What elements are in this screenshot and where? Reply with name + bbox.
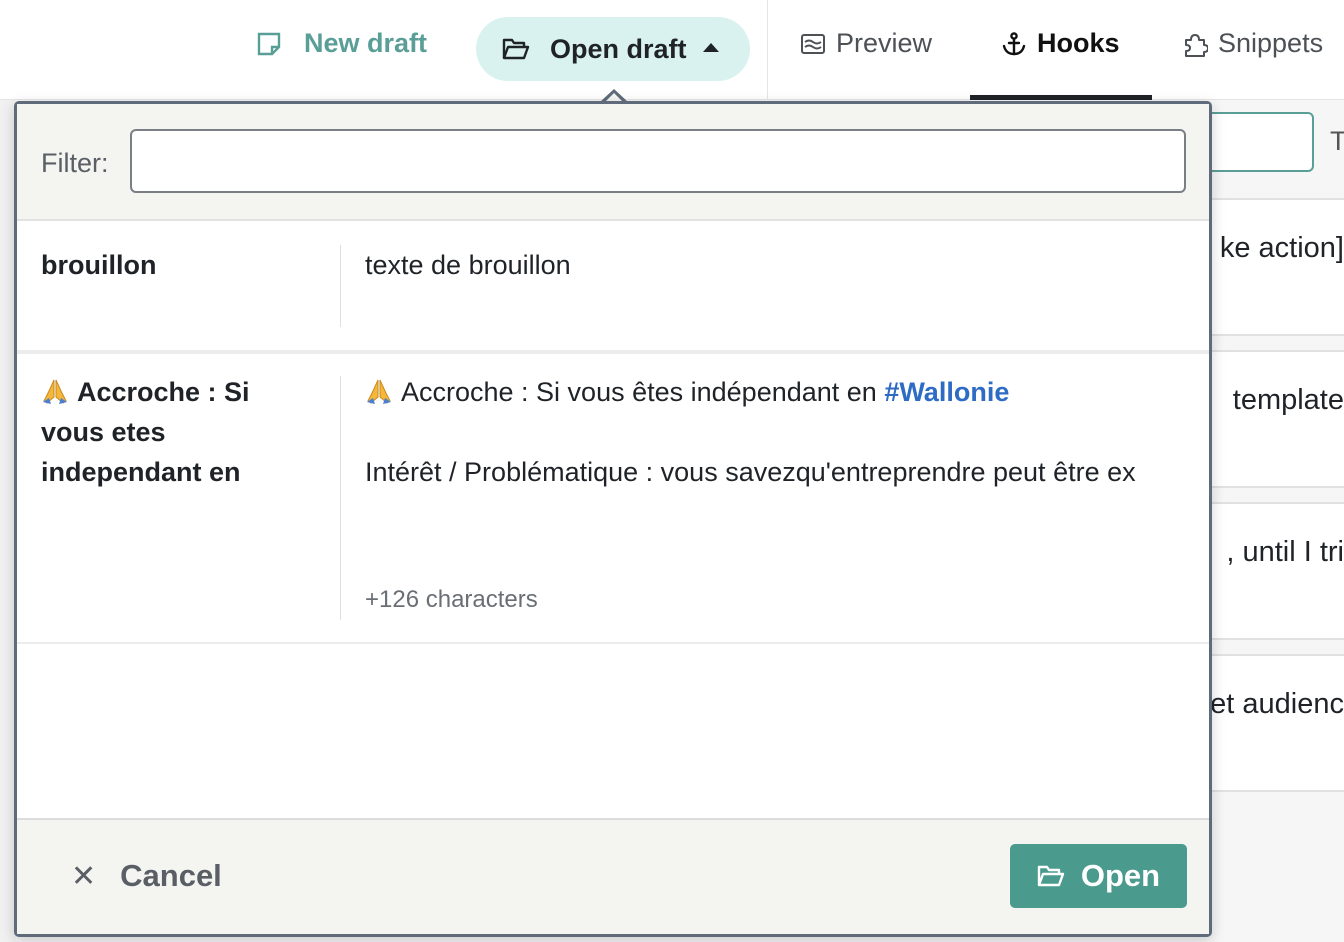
column-separator	[340, 245, 341, 327]
hashtag-link[interactable]: #Wallonie	[884, 377, 1009, 407]
praying-hands-icon	[43, 379, 67, 404]
filter-bar: Filter:	[17, 104, 1209, 221]
open-label: Open	[1080, 858, 1161, 893]
praying-hands-icon	[367, 379, 391, 404]
open-draft-label: Open draft	[550, 33, 687, 64]
draft-preview-line: Accroche : Si vous êtes indépendant en #…	[365, 372, 1185, 412]
caret-up-icon	[702, 42, 719, 52]
draft-title: brouillon	[41, 250, 157, 280]
draft-preview: Accroche : Si vous êtes indépendant en #…	[365, 372, 1185, 492]
draft-preview: texte de brouillon	[365, 245, 1185, 285]
folder-open-icon	[502, 38, 530, 60]
draft-preview-text: texte de brouillon	[365, 250, 571, 280]
tab-snippets[interactable]: Snippets	[1182, 28, 1323, 59]
tab-preview-label: Preview	[836, 28, 933, 58]
cancel-label: Cancel	[120, 858, 222, 893]
draft-title-wrapper: Accroche : Si vous etes independant en	[41, 372, 301, 492]
close-icon: ✕	[71, 859, 97, 893]
tab-snippets-label: Snippets	[1218, 28, 1324, 58]
draft-title: Accroche : Si vous etes independant en	[41, 377, 250, 487]
anchor-icon	[1002, 31, 1026, 55]
new-draft-label: New draft	[304, 28, 428, 58]
draft-preview-text: Intérêt / Problématique : vous savezqu'e…	[365, 457, 1136, 487]
top-toolbar: New draft Open draft Preview Hooks Snipp…	[0, 0, 1344, 100]
open-draft-dialog: Filter: brouillon texte de brouillon Acc…	[14, 101, 1212, 937]
background-partial-text: T	[1330, 126, 1344, 156]
filter-label: Filter:	[41, 148, 109, 178]
cancel-button[interactable]: ✕ Cancel	[71, 858, 222, 894]
open-draft-button[interactable]: Open draft	[476, 17, 750, 81]
toolbar-divider	[767, 0, 768, 100]
dialog-footer: ✕ Cancel Open	[17, 818, 1209, 934]
folder-open-icon	[1037, 865, 1065, 887]
tab-preview[interactable]: Preview	[800, 28, 932, 59]
draft-list: brouillon texte de brouillon Accroche : …	[17, 221, 1209, 644]
filter-input[interactable]	[130, 129, 1186, 193]
tab-hooks[interactable]: Hooks	[1001, 28, 1120, 59]
active-tab-indicator	[970, 95, 1152, 100]
note-icon	[257, 32, 281, 55]
open-button[interactable]: Open	[1010, 844, 1187, 908]
preview-icon	[801, 33, 825, 54]
draft-row[interactable]: Accroche : Si vous etes independant en A…	[17, 354, 1209, 644]
more-characters-count: +126 characters	[365, 586, 538, 613]
new-draft-button[interactable]: New draft	[256, 28, 427, 59]
column-separator	[340, 376, 341, 620]
draft-preview-text: Accroche : Si vous êtes indépendant en	[401, 377, 885, 407]
draft-row[interactable]: brouillon texte de brouillon	[17, 221, 1209, 354]
tab-hooks-label: Hooks	[1037, 28, 1120, 58]
puzzle-icon	[1185, 33, 1208, 57]
